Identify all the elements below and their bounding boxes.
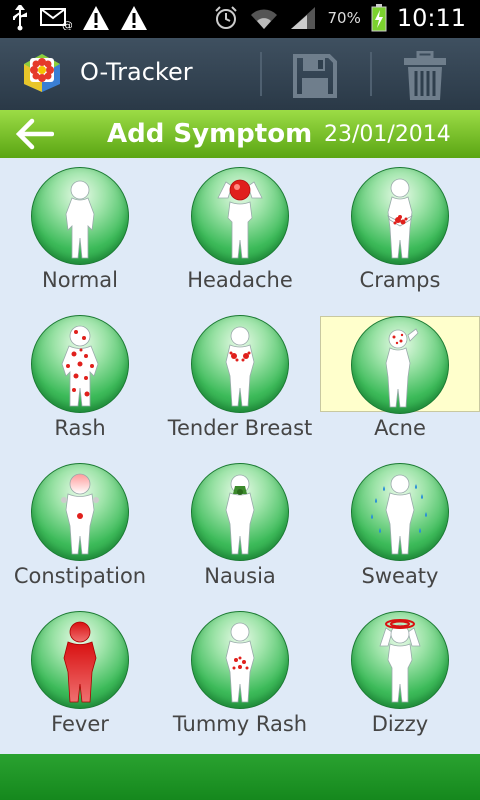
symptom-nausia[interactable]: Nausia [160, 456, 320, 604]
symptom-headache[interactable]: Headache [160, 160, 320, 308]
email-icon: @ [40, 8, 72, 30]
trash-icon[interactable] [402, 51, 448, 101]
acne-icon [351, 316, 449, 414]
battery-icon [371, 4, 387, 32]
symptom-label: Fever [51, 712, 109, 736]
symptom-label: Cramps [359, 268, 441, 292]
symptom-grid: Normal Headache Cramps Rash Tender Breas… [0, 160, 480, 754]
dizzy-icon [351, 611, 449, 709]
warning-icon [83, 6, 109, 30]
fever-icon [31, 611, 129, 709]
back-arrow-icon[interactable] [16, 118, 54, 150]
symptom-label: Dizzy [371, 712, 429, 736]
alarm-icon [215, 6, 238, 29]
symptom-label: Constipation [13, 564, 147, 588]
bottom-bar [0, 754, 480, 800]
svg-text:@: @ [62, 19, 72, 30]
action-divider [260, 52, 262, 96]
tender-breast-icon [191, 315, 289, 413]
status-bar: @ 70% 10:11 [0, 0, 480, 38]
symptom-tender-breast[interactable]: Tender Breast [160, 308, 320, 456]
tummy-rash-icon [191, 611, 289, 709]
action-divider [370, 52, 372, 96]
rash-icon [31, 315, 129, 413]
sweaty-icon [351, 463, 449, 561]
symptom-normal[interactable]: Normal [0, 160, 160, 308]
symptom-tummy-rash[interactable]: Tummy Rash [160, 604, 320, 752]
headache-icon [191, 167, 289, 265]
symptom-cramps[interactable]: Cramps [320, 160, 480, 308]
constipation-icon [31, 463, 129, 561]
symptom-label: Nausia [204, 564, 276, 588]
symptom-label: Normal [42, 268, 118, 292]
battery-percent: 70% [327, 9, 361, 27]
save-icon[interactable] [292, 53, 338, 99]
app-title: O-Tracker [80, 58, 193, 86]
symptom-label: Tummy Rash [172, 712, 308, 736]
cramps-icon [351, 167, 449, 265]
warning-icon [121, 6, 147, 30]
clock-time: 10:11 [396, 4, 466, 32]
symptom-constipation[interactable]: Constipation [0, 456, 160, 604]
wifi-icon [251, 9, 278, 29]
symptom-sweaty[interactable]: Sweaty [320, 456, 480, 604]
action-bar: O-Tracker [0, 38, 480, 110]
symptom-acne[interactable]: Acne [320, 316, 480, 464]
usb-icon [13, 5, 27, 31]
app-logo-icon [24, 54, 60, 92]
symptom-label: Rash [54, 416, 106, 440]
symptom-label: Tender Breast [167, 416, 313, 440]
symptom-label: Acne [374, 416, 426, 440]
entry-date[interactable]: 23/01/2014 [324, 122, 451, 147]
signal-icon [291, 7, 316, 29]
symptom-rash[interactable]: Rash [0, 308, 160, 456]
normal-icon [31, 167, 129, 265]
page-title: Add Symptom [107, 119, 313, 149]
symptom-header: Add Symptom 23/01/2014 [0, 110, 480, 158]
nausia-icon [191, 463, 289, 561]
symptom-fever[interactable]: Fever [0, 604, 160, 752]
symptom-label: Headache [187, 268, 293, 292]
symptom-label: Sweaty [361, 564, 439, 588]
symptom-dizzy[interactable]: Dizzy [320, 604, 480, 752]
